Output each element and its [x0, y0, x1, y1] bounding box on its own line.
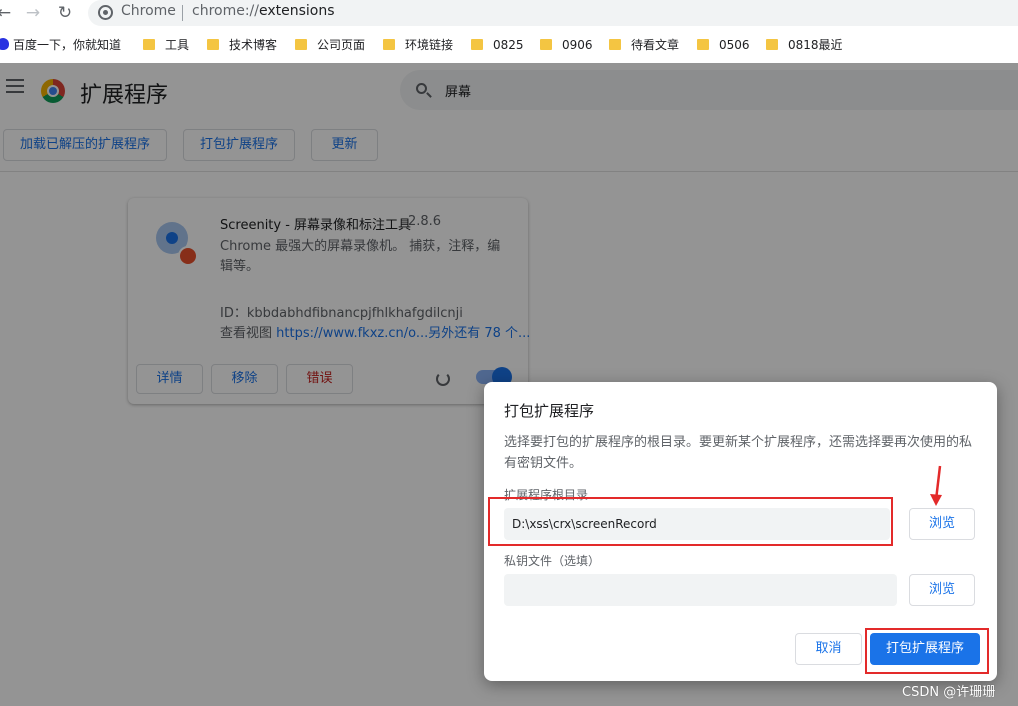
folder-icon	[143, 39, 155, 50]
reload-icon[interactable]: ↻	[53, 2, 77, 24]
baidu-paw-icon	[0, 38, 9, 50]
folder-icon	[766, 39, 778, 50]
bookmark-folder[interactable]: 技术博客	[207, 36, 277, 54]
private-key-field[interactable]	[504, 574, 897, 606]
address-bar[interactable]: Chrome chrome://extensions	[88, 0, 1018, 26]
folder-icon	[383, 39, 395, 50]
chrome-site-icon	[98, 5, 113, 20]
back-arrow-icon[interactable]: ←	[0, 2, 16, 24]
annotation-arrow-icon	[930, 465, 942, 506]
browse-root-button[interactable]: 浏览	[909, 508, 975, 540]
folder-icon	[609, 39, 621, 50]
forward-arrow-icon[interactable]: →	[21, 2, 45, 24]
bookmark-folder[interactable]: 0825	[471, 36, 524, 54]
url-text: chrome://extensions	[192, 3, 335, 19]
bookmark-folder[interactable]: 待看文章	[609, 36, 679, 54]
bookmark-folder[interactable]: 环境链接	[383, 36, 453, 54]
annotation-highlight-pack-button	[865, 628, 989, 674]
folder-icon	[295, 39, 307, 50]
bookmark-folder[interactable]: 0818最近	[766, 36, 843, 54]
bookmark-baidu[interactable]: 百度一下，你就知道	[0, 36, 121, 54]
folder-icon	[540, 39, 552, 50]
folder-icon	[471, 39, 483, 50]
bookmarks-bar: 百度一下，你就知道 工具 技术博客 公司页面 环境链接 0825 0906 待看…	[0, 31, 1018, 59]
cancel-button[interactable]: 取消	[795, 633, 862, 665]
private-key-label: 私钥文件（选填）	[504, 554, 601, 568]
bookmark-folder[interactable]: 公司页面	[295, 36, 365, 54]
site-name: Chrome	[121, 3, 176, 19]
dialog-title: 打包扩展程序	[504, 402, 595, 420]
folder-icon	[697, 39, 709, 50]
dialog-description: 选择要打包的扩展程序的根目录。要更新某个扩展程序，还需选择要再次使用的私有密钥文…	[504, 435, 973, 471]
annotation-highlight-root-field	[488, 497, 893, 546]
address-separator	[182, 5, 183, 21]
bookmark-folder[interactable]: 0506	[697, 36, 750, 54]
folder-icon	[207, 39, 219, 50]
browse-key-button[interactable]: 浏览	[909, 574, 975, 606]
watermark: CSDN @许珊珊	[902, 685, 996, 700]
browser-toolbar: ← → ↻ Chrome chrome://extensions	[0, 0, 1018, 28]
bookmark-folder[interactable]: 0906	[540, 36, 593, 54]
bookmark-folder[interactable]: 工具	[143, 36, 189, 54]
